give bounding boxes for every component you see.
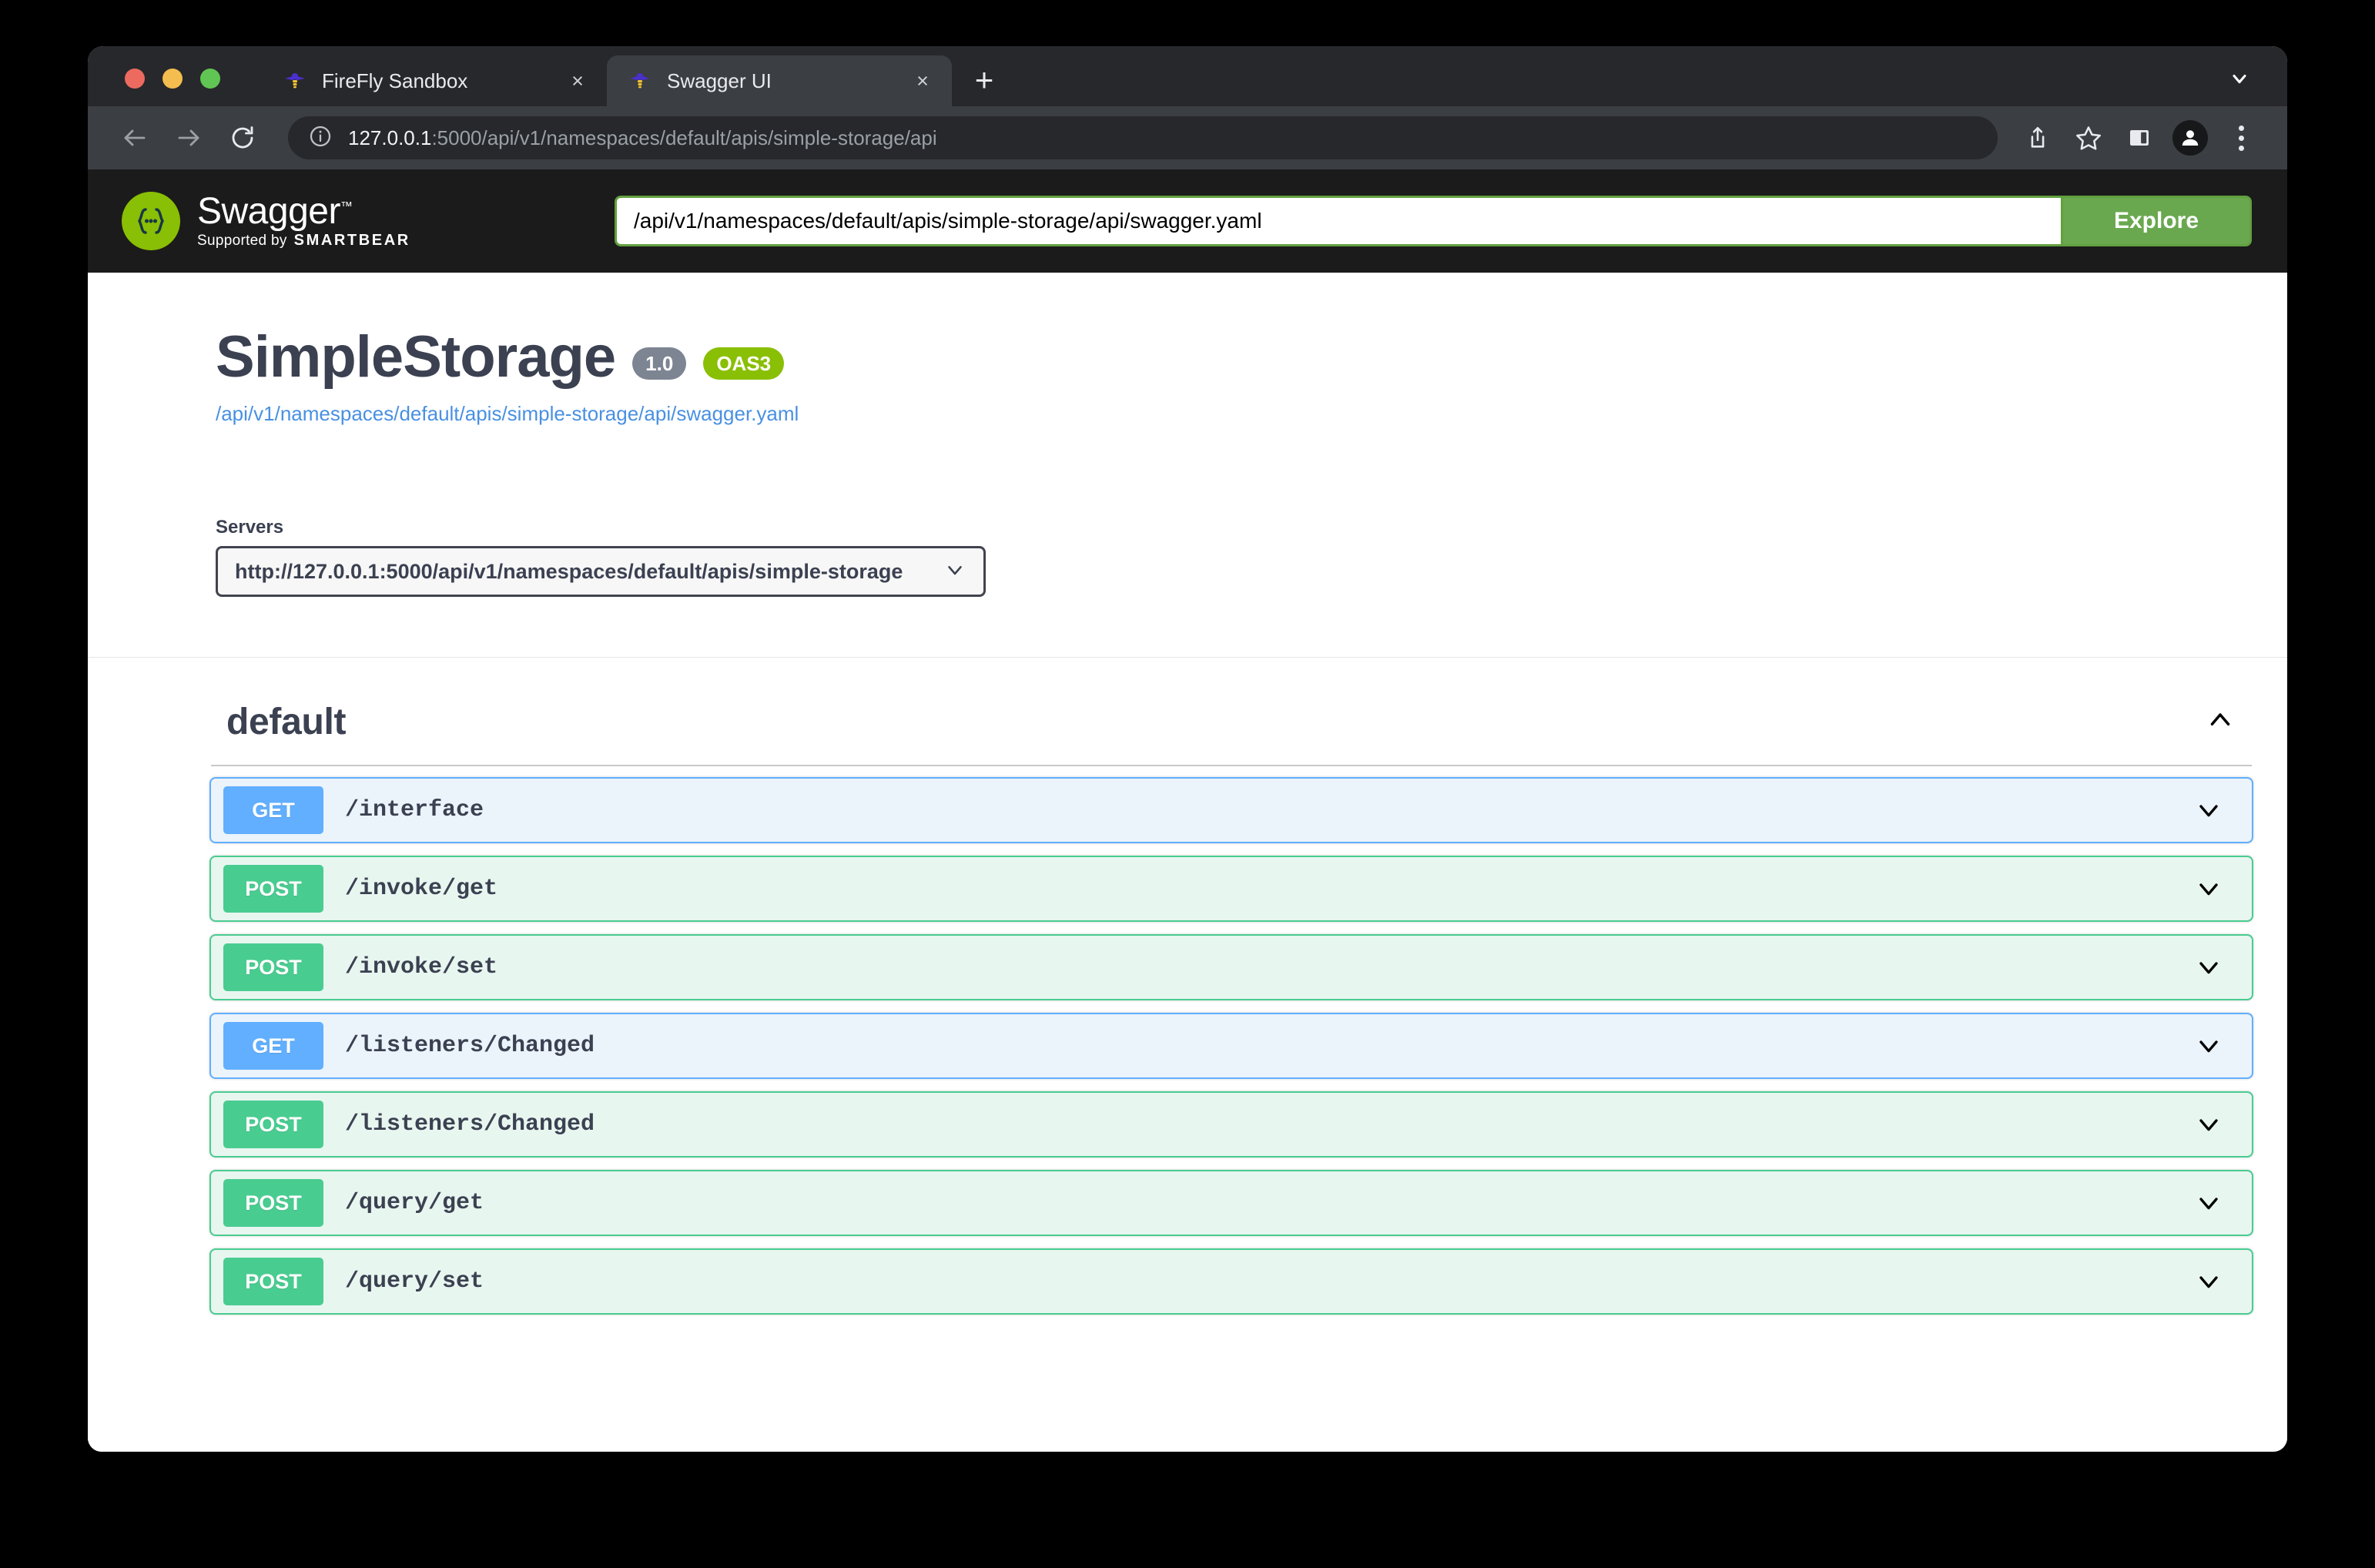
page-content: Swagger™ Supported by SMARTBEAR Explore [88, 169, 2287, 1452]
maximize-window-button[interactable] [200, 69, 220, 89]
side-panel-icon[interactable] [2116, 115, 2162, 161]
http-method-badge: POST [223, 1179, 323, 1227]
kebab-dots [2239, 126, 2244, 151]
chevron-down-icon[interactable] [2192, 1266, 2226, 1297]
operation-row[interactable]: POST /invoke/get [209, 856, 2253, 922]
trademark-mark: ™ [340, 200, 353, 213]
smartbear-brand: SMARTBEAR [294, 232, 410, 250]
screen: FireFly Sandbox × Swagger UI [0, 0, 2375, 1568]
operation-row[interactable]: POST /listeners/Changed [209, 1091, 2253, 1158]
operation-list: GET /interface POST /invoke/get [209, 777, 2253, 1315]
browser-toolbar: 127.0.0.1:5000/api/v1/namespaces/default… [88, 106, 2287, 169]
back-arrow-icon[interactable] [109, 112, 160, 163]
tag-header[interactable]: default [209, 701, 2253, 743]
version-badge: 1.0 [632, 347, 686, 380]
operation-path: /query/get [345, 1190, 2192, 1216]
minimize-window-button[interactable] [162, 69, 183, 89]
http-method-badge: POST [223, 865, 323, 913]
api-definition-link[interactable]: /api/v1/namespaces/default/apis/simple-s… [216, 402, 799, 426]
close-window-button[interactable] [125, 69, 145, 89]
browser-window: FireFly Sandbox × Swagger UI [88, 46, 2287, 1452]
tag-divider [211, 765, 2252, 766]
tab-swagger-ui[interactable]: Swagger UI × [607, 55, 952, 106]
operation-row[interactable]: GET /listeners/Changed [209, 1013, 2253, 1079]
swagger-url-input[interactable] [615, 196, 2061, 246]
chevron-down-icon[interactable] [2192, 1030, 2226, 1061]
servers-select[interactable]: http://127.0.0.1:5000/api/v1/namespaces/… [216, 546, 986, 597]
http-method-badge: POST [223, 943, 323, 991]
api-info-block: SimpleStorage 1.0 OAS3 /api/v1/namespace… [88, 273, 2287, 426]
firefly-icon [282, 68, 308, 94]
http-method-badge: POST [223, 1258, 323, 1305]
operation-path: /listeners/Changed [345, 1033, 2192, 1059]
operation-path: /invoke/set [345, 954, 2192, 980]
chevron-down-icon[interactable] [2223, 62, 2256, 95]
window-controls [88, 69, 220, 106]
operation-row[interactable]: POST /query/set [209, 1248, 2253, 1315]
swagger-wordmark: Swagger™ Supported by SMARTBEAR [197, 193, 410, 250]
operation-path: /interface [345, 797, 2192, 823]
operation-path: /listeners/Changed [345, 1111, 2192, 1137]
address-bar[interactable]: 127.0.0.1:5000/api/v1/namespaces/default… [288, 116, 1998, 159]
star-icon[interactable] [2065, 115, 2112, 161]
operation-row[interactable]: POST /query/get [209, 1170, 2253, 1236]
servers-label: Servers [216, 517, 2287, 538]
page-title: SimpleStorage [216, 328, 615, 387]
three-dot-menu-icon[interactable] [2218, 115, 2264, 161]
tag-name: default [226, 701, 346, 743]
http-method-badge: POST [223, 1101, 323, 1148]
tab-list: FireFly Sandbox × Swagger UI [262, 55, 1004, 106]
chevron-down-icon[interactable] [2192, 873, 2226, 904]
url-path: :5000/api/v1/namespaces/default/apis/sim… [431, 126, 936, 149]
http-method-badge: GET [223, 1022, 323, 1070]
operation-row[interactable]: GET /interface [209, 777, 2253, 843]
swagger-topbar: Swagger™ Supported by SMARTBEAR Explore [88, 169, 2287, 273]
avatar [2172, 120, 2208, 156]
chevron-down-icon[interactable] [2192, 1188, 2226, 1218]
oas-badge: OAS3 [703, 347, 784, 380]
address-bar-text: 127.0.0.1:5000/api/v1/namespaces/default… [348, 126, 937, 150]
servers-selected-value: http://127.0.0.1:5000/api/v1/namespaces/… [235, 560, 903, 584]
close-tab-button[interactable]: × [909, 67, 936, 95]
new-tab-button[interactable]: + [964, 60, 1004, 100]
swagger-logo[interactable]: Swagger™ Supported by SMARTBEAR [122, 192, 615, 250]
tab-strip: FireFly Sandbox × Swagger UI [88, 46, 2287, 106]
swagger-logo-name: Swagger™ [197, 193, 410, 230]
operation-row[interactable]: POST /invoke/set [209, 934, 2253, 1000]
share-icon[interactable] [2015, 115, 2061, 161]
chevron-down-icon [943, 558, 966, 585]
chevron-down-icon[interactable] [2192, 795, 2226, 826]
explore-button[interactable]: Explore [2061, 196, 2252, 246]
operations-block: default GET /interface [88, 658, 2287, 1315]
chevron-up-icon[interactable] [2204, 704, 2236, 740]
info-circle-icon[interactable] [308, 124, 333, 152]
reload-icon[interactable] [217, 112, 268, 163]
swagger-logo-subtitle: Supported by SMARTBEAR [197, 232, 410, 250]
operation-path: /query/set [345, 1268, 2192, 1295]
firefly-icon [627, 68, 653, 94]
toolbar-icons [2015, 115, 2264, 161]
tab-fireFly-sandbox[interactable]: FireFly Sandbox × [262, 55, 607, 106]
url-host: 127.0.0.1 [348, 126, 431, 149]
chevron-down-icon[interactable] [2192, 1109, 2226, 1140]
close-tab-button[interactable]: × [564, 67, 591, 95]
tab-title: FireFly Sandbox [322, 69, 550, 93]
operation-path: /invoke/get [345, 876, 2192, 902]
supported-by-label: Supported by [197, 233, 287, 250]
forward-arrow-icon[interactable] [163, 112, 214, 163]
http-method-badge: GET [223, 786, 323, 834]
curly-braces-icon [122, 192, 180, 250]
explore-form: Explore [615, 196, 2252, 246]
api-title-row: SimpleStorage 1.0 OAS3 [216, 328, 2253, 387]
tab-title: Swagger UI [667, 69, 895, 93]
profile-avatar-icon[interactable] [2167, 115, 2213, 161]
servers-block: Servers http://127.0.0.1:5000/api/v1/nam… [88, 426, 2287, 597]
chevron-down-icon[interactable] [2192, 952, 2226, 983]
